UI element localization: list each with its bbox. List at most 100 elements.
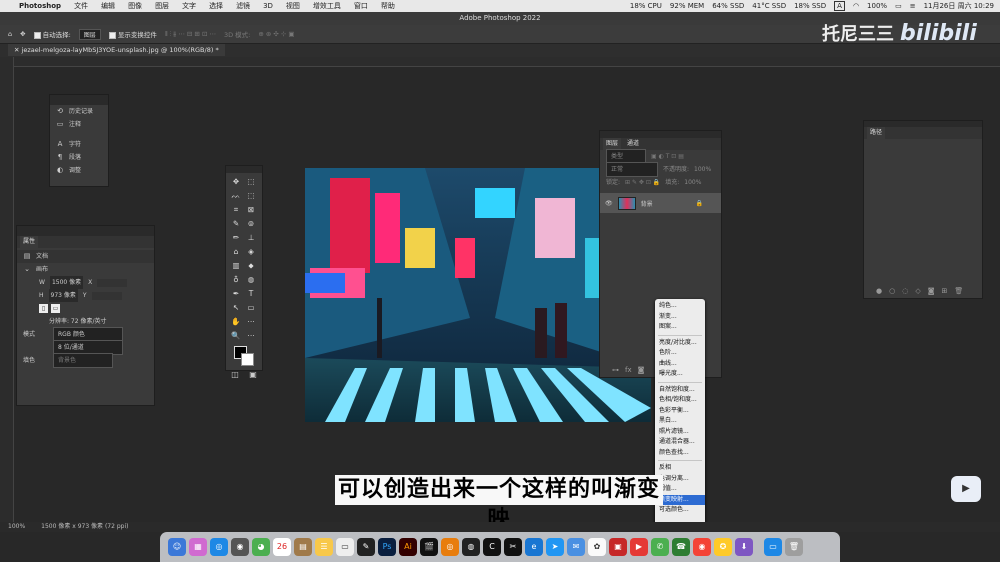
background-color[interactable] [241,353,254,366]
menu-help[interactable]: 帮助 [381,1,395,11]
folder-icon[interactable]: ▭ [764,538,782,556]
reminders-icon[interactable]: ☰ [315,538,333,556]
tool-button-0[interactable]: ✥ [229,175,243,188]
eye-icon[interactable]: 👁 [605,200,613,207]
mail-icon[interactable]: ✉ [567,538,585,556]
menu-item[interactable]: 颜色查找... [655,448,705,459]
fill-value[interactable]: 100% [684,176,701,189]
menu-window[interactable]: 窗口 [354,1,368,11]
menu-plugins[interactable]: 增效工具 [313,1,341,11]
canvas-section[interactable]: ⌄ 画布 [17,263,154,276]
capcut-icon[interactable]: ✂ [504,538,522,556]
toolbar-header[interactable] [226,166,262,173]
menu-type[interactable]: 文字 [182,1,196,11]
tool-button-21[interactable]: ⋯ [244,315,258,328]
tool-button-2[interactable]: ᨓ [229,189,243,202]
control-center-icon[interactable]: ≡ [910,2,916,10]
photos-icon[interactable]: ✿ [588,538,606,556]
menu-item[interactable]: 可选颜色... [655,505,705,516]
tool-button-3[interactable]: ⬚ [244,189,258,202]
layer-row-background[interactable]: 👁 背景 🔒 [600,193,721,213]
make-path-icon[interactable]: ◇ [915,287,920,295]
menu-item[interactable]: 图案... [655,322,705,333]
tool-button-1[interactable]: ⬚ [244,175,258,188]
quickmask-icon[interactable]: ◫ [231,370,239,379]
stroke-path-icon[interactable]: ○ [889,287,895,295]
app-menu[interactable]: Photoshop [19,2,61,10]
menu-item[interactable]: 渐变... [655,312,705,323]
menu-item[interactable]: 色阶... [655,348,705,359]
wechat-icon[interactable]: ✆ [651,538,669,556]
edge-icon[interactable]: e [525,538,543,556]
tool-button-12[interactable]: ▥ [229,259,243,272]
c4d-icon[interactable]: C [483,538,501,556]
menu-item[interactable]: 自然饱和度... [655,385,705,396]
trash-icon[interactable]: 🗑 [785,538,803,556]
delete-path-icon[interactable]: 🗑 [954,287,963,295]
tool-button-23[interactable]: ⋯ [244,329,258,342]
tool-button-10[interactable]: ⌂ [229,245,243,258]
menu-file[interactable]: 文件 [74,1,88,11]
clock[interactable]: 11月26日 周六 10:29 [924,1,994,11]
menu-item[interactable]: 黑白... [655,416,705,427]
landscape-icon[interactable]: ▭ [51,304,60,313]
panel-paragraph[interactable]: ¶ 段落 [50,151,108,164]
zoom-level[interactable]: 100% [8,522,25,532]
document-tab[interactable]: ✕ jezael-melgoza-layMbSJ3YOE-unsplash.jp… [8,44,225,56]
layer-name[interactable]: 背景 [641,199,691,208]
safari-icon[interactable]: ◎ [210,538,228,556]
tool-button-17[interactable]: T [244,287,258,300]
add-mask-icon[interactable]: ◙ [928,287,935,295]
properties-header[interactable] [17,226,154,236]
blender-icon[interactable]: ◎ [441,538,459,556]
input-badge[interactable]: A [834,1,845,11]
load-selection-icon[interactable]: ◌ [902,287,908,295]
chrome-icon[interactable]: ◕ [252,538,270,556]
tool-button-7[interactable]: ⊚ [244,217,258,230]
menu-item[interactable]: 曝光度... [655,369,705,380]
menu-item[interactable]: 反相 [655,463,705,474]
menu-view[interactable]: 视图 [286,1,300,11]
fill-path-icon[interactable]: ● [876,287,882,295]
fill-dropdown[interactable]: 背景色 [53,353,113,368]
fx-icon[interactable]: fx [625,366,632,374]
lock-icons[interactable]: ⊞ ✎ ✥ ⊡ 🔒 [625,176,660,189]
menu-item[interactable]: 通道混合器... [655,437,705,448]
menu-filter[interactable]: 滤镜 [236,1,250,11]
properties-tab[interactable]: 属性 [20,236,39,248]
menu-item[interactable]: 亮度/对比度... [655,338,705,349]
blend-mode-dropdown[interactable]: 正常 [606,162,658,177]
link-icon[interactable]: ⊶ [612,366,619,374]
menu-item[interactable]: 色彩平衡... [655,406,705,417]
close-tab-icon[interactable]: ✕ [14,46,22,54]
menu-layer[interactable]: 图层 [155,1,169,11]
photoshop-icon[interactable]: Ps [378,538,396,556]
finder-icon[interactable]: ☺ [168,538,186,556]
portrait-icon[interactable]: ▯ [39,304,48,313]
downloads-icon[interactable]: ⬇ [735,538,753,556]
menu-item[interactable]: 曲线... [655,359,705,370]
calendar-icon[interactable]: 26 [273,538,291,556]
panel-history[interactable]: ⟲ 历史记录 [50,105,108,118]
menu-image[interactable]: 图像 [128,1,142,11]
phone-icon[interactable]: ☎ [672,538,690,556]
final-cut-icon[interactable]: 🎬 [420,538,438,556]
panel-adjustments[interactable]: ◐ 调整 [50,164,108,177]
menu-edit[interactable]: 编辑 [101,1,115,11]
panel-character[interactable]: A 字符 [50,138,108,151]
screenshot-icon[interactable]: ◉ [231,538,249,556]
tool-button-11[interactable]: ◈ [244,245,258,258]
davinci-icon[interactable]: ◍ [462,538,480,556]
mask-icon[interactable]: ◙ [638,366,645,374]
panel-comments[interactable]: ▭ 注释 [50,118,108,131]
screenmode-icon[interactable]: ▣ [249,370,257,379]
tool-button-4[interactable]: ⌗ [229,203,243,216]
home-icon[interactable]: ⌂ [8,30,12,38]
menu-3d[interactable]: 3D [263,2,273,10]
tool-button-6[interactable]: ✎ [229,217,243,230]
auto-select-checkbox[interactable] [33,31,41,39]
move-tool-icon[interactable]: ✥ [20,30,25,38]
tool-button-9[interactable]: ⊥ [244,231,258,244]
preview-icon[interactable]: ▭ [336,538,354,556]
weibo-icon[interactable]: ◉ [693,538,711,556]
